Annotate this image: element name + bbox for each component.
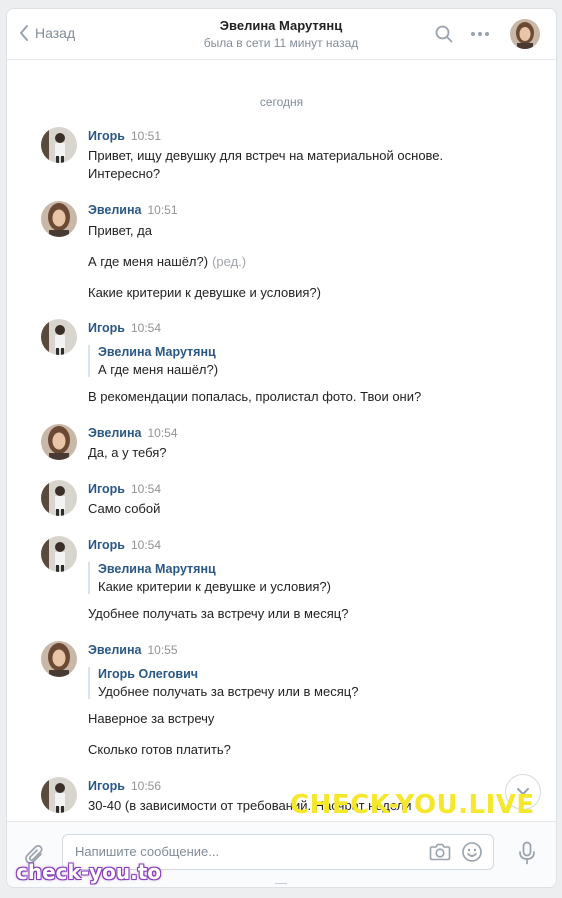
back-button[interactable]: Назад [19, 24, 75, 42]
avatar[interactable] [41, 127, 77, 163]
message-text: Удобнее получать за встречу или в месяц? [88, 606, 349, 621]
avatar[interactable] [41, 424, 77, 460]
more-icon[interactable] [470, 31, 490, 37]
quote-text: А где меня нашёл?) [98, 362, 219, 377]
avatar[interactable] [41, 777, 77, 813]
message-time: 10:55 [147, 643, 178, 657]
contact-status: была в сети 11 минут назад [203, 36, 359, 50]
quote-text: Какие критерии к девушке и условия?) [98, 579, 331, 594]
quote-author: Эвелина Марутянц [98, 562, 216, 576]
back-label: Назад [35, 25, 76, 41]
message-time: 10:54 [130, 538, 162, 552]
message-input[interactable] [73, 843, 407, 860]
contact-name: Эвелина Марутянц [219, 18, 343, 33]
message-time: 10:54 [130, 321, 162, 335]
message-text: Да, а у тебя? [88, 445, 167, 460]
author-name[interactable]: Игорь [88, 321, 125, 335]
emoji-icon[interactable] [461, 841, 483, 863]
message-time: 10:54 [147, 426, 178, 440]
message-text: Наверное за встречу [88, 711, 215, 726]
message-text: Привет, ищу девушку для встреч на матери… [88, 148, 444, 163]
avatar[interactable] [41, 536, 77, 572]
message-time: 10:51 [147, 203, 178, 217]
message-text: В рекомендации попалась, пролистал фото.… [88, 389, 422, 404]
date-separator: сегодня [259, 95, 304, 109]
avatar[interactable] [41, 641, 77, 677]
author-name[interactable]: Эвелина [88, 426, 142, 440]
author-name[interactable]: Игорь [88, 482, 125, 496]
avatar[interactable] [41, 319, 77, 355]
message-text: Сколько готов платить? [88, 742, 231, 757]
reply-quote[interactable]: Игорь Олегович Удобнее получать за встре… [88, 667, 358, 699]
quote-text: Удобнее получать за встречу или в месяц? [98, 684, 359, 699]
contact-avatar[interactable] [510, 19, 540, 49]
message-time: 10:51 [130, 129, 162, 143]
author-name[interactable]: Эвелина [88, 643, 142, 657]
reply-quote[interactable]: Эвелина Марутянц А где меня нашёл?) [88, 345, 218, 377]
back-chevron-icon [20, 25, 28, 41]
resize-grip[interactable] [275, 883, 287, 887]
camera-icon[interactable] [429, 842, 451, 862]
chat-title[interactable]: Эвелина Марутянц была в сети 11 минут на… [157, 18, 405, 50]
microphone-icon[interactable] [518, 841, 536, 865]
message-time: 10:56 [130, 779, 162, 793]
author-name[interactable]: Игорь [88, 129, 125, 143]
message-text: Само собой [88, 501, 161, 516]
quote-author: Эвелина Марутянц [98, 345, 216, 359]
message-text-edited: А где меня нашёл?) (ред.) [88, 254, 247, 269]
search-icon[interactable] [435, 25, 453, 43]
message-text: Интересно? [88, 166, 161, 181]
watermark-small: check-you.to [16, 860, 162, 884]
message-text: Какие критерии к девушке и условия?) [88, 285, 321, 300]
chat-header: Назад Эвелина Марутянц была в сети 11 ми… [7, 9, 556, 60]
reply-quote[interactable]: Эвелина Марутянц Какие критерии к девушк… [88, 562, 331, 594]
watermark-large: CHECK-YOU.LIVE [290, 790, 535, 820]
chat-window: Назад Эвелина Марутянц была в сети 11 ми… [6, 8, 557, 888]
author-name[interactable]: Игорь [88, 779, 125, 793]
avatar[interactable] [41, 201, 77, 237]
edited-label: (ред.) [212, 254, 247, 269]
author-name[interactable]: Игорь [88, 538, 125, 552]
avatar[interactable] [41, 480, 77, 516]
message-text: Привет, да [88, 223, 152, 238]
message-time: 10:54 [130, 482, 162, 496]
author-name[interactable]: Эвелина [88, 203, 142, 217]
quote-author: Игорь Олегович [98, 667, 199, 681]
